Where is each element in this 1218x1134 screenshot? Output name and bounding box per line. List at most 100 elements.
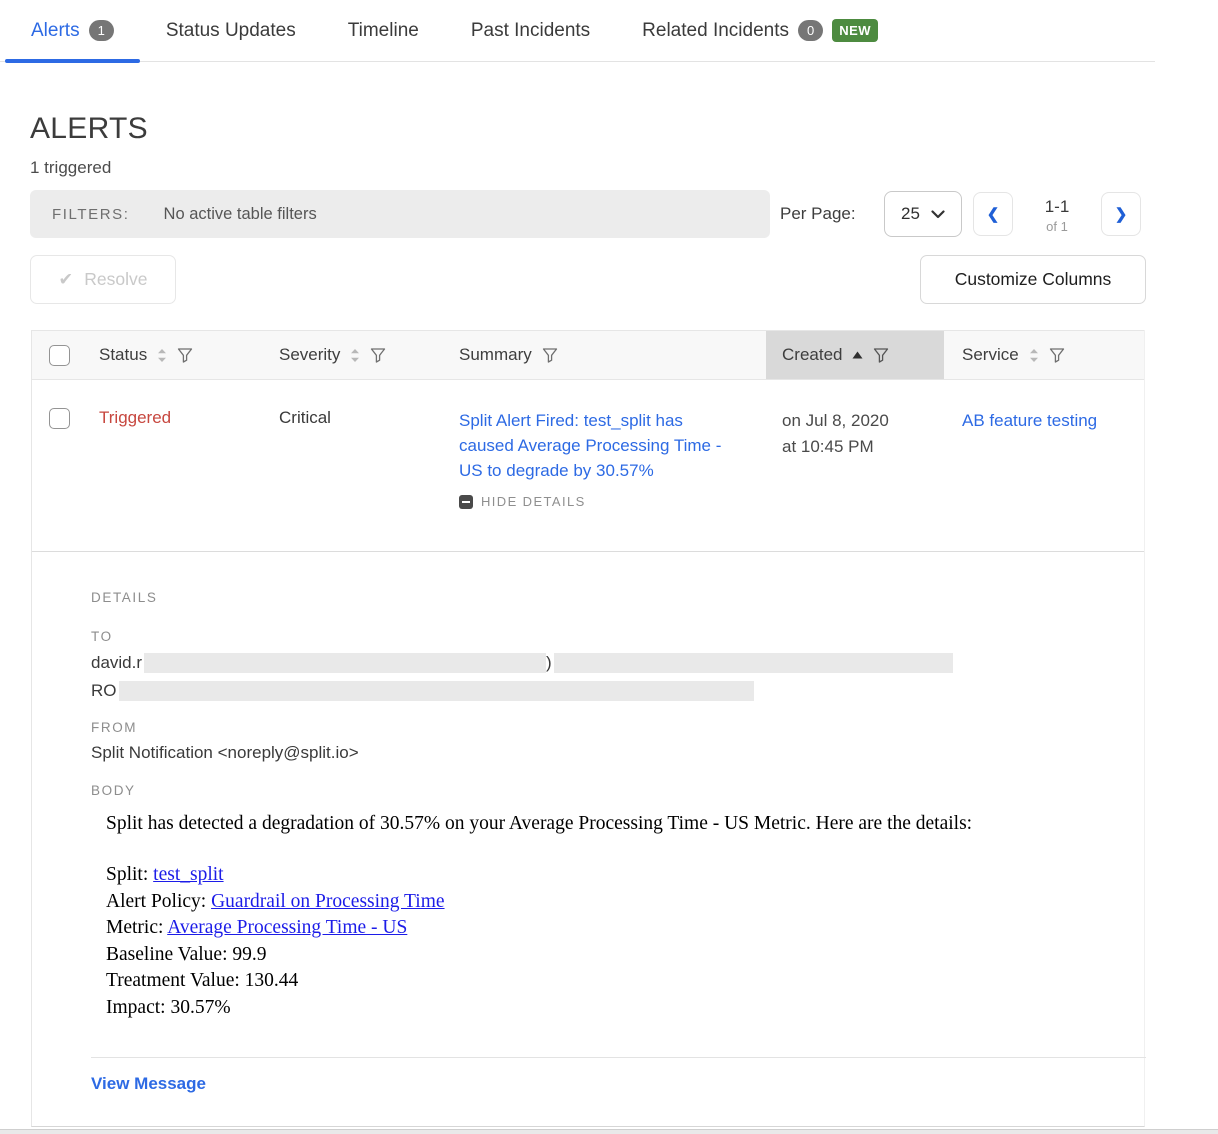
- summary-cell: Split Alert Fired: test_split has caused…: [447, 408, 766, 551]
- tab-past-incidents-label: Past Incidents: [471, 20, 590, 42]
- column-created-label: Created: [782, 345, 842, 365]
- tab-status-updates[interactable]: Status Updates: [140, 0, 322, 61]
- field-treatment-value-text: 130.44: [245, 970, 299, 991]
- per-page-value: 25: [901, 204, 920, 224]
- related-incidents-count-badge: 0: [798, 20, 823, 41]
- service-link[interactable]: AB feature testing: [962, 411, 1097, 430]
- service-cell: AB feature testing: [944, 408, 1144, 551]
- to-line1-mid-text: ): [546, 653, 552, 673]
- view-message-link[interactable]: View Message: [91, 1074, 206, 1094]
- email-fields: Split: test_split Alert Policy: Guardrai…: [106, 862, 1144, 1021]
- resolve-button-label: Resolve: [84, 269, 147, 290]
- metric-link[interactable]: Average Processing Time - US: [167, 917, 407, 938]
- hide-details-label: HIDE DETAILS: [481, 494, 586, 509]
- sort-icon: [157, 348, 167, 363]
- to-line1-text: david.r: [91, 653, 142, 673]
- check-icon: ✔: [59, 269, 74, 290]
- split-link[interactable]: test_split: [153, 864, 223, 885]
- filter-icon[interactable]: [542, 347, 558, 363]
- tab-related-incidents[interactable]: Related Incidents 0 NEW: [616, 0, 904, 61]
- page-title: ALERTS: [30, 112, 148, 146]
- row-checkbox[interactable]: [49, 408, 70, 429]
- per-page-label: Per Page:: [780, 204, 856, 224]
- status-cell: Triggered: [87, 408, 267, 551]
- alert-policy-link[interactable]: Guardrail on Processing Time: [211, 891, 444, 912]
- redaction-box: [554, 653, 953, 673]
- tab-related-incidents-label: Related Incidents: [642, 20, 789, 42]
- sort-icon: [1029, 348, 1039, 363]
- filter-icon[interactable]: [370, 347, 386, 363]
- alerts-table: Status Severity Summary Created Service: [31, 330, 1145, 1127]
- details-divider: [91, 1057, 1146, 1058]
- column-header-severity[interactable]: Severity: [267, 331, 447, 379]
- from-value: Split Notification <noreply@split.io>: [91, 743, 1144, 765]
- column-header-summary[interactable]: Summary: [447, 331, 766, 379]
- customize-columns-label: Customize Columns: [955, 269, 1112, 290]
- field-split-label: Split:: [106, 864, 153, 885]
- from-label: FROM: [91, 720, 1144, 735]
- tab-status-updates-label: Status Updates: [166, 20, 296, 42]
- to-label: TO: [91, 629, 1144, 644]
- sort-icon: [350, 348, 360, 363]
- body-label: BODY: [91, 783, 1144, 798]
- created-time: at 10:45 PM: [782, 434, 944, 460]
- select-all-cell: [32, 345, 87, 366]
- table-row: Triggered Critical Split Alert Fired: te…: [32, 380, 1144, 552]
- filter-icon[interactable]: [1049, 347, 1065, 363]
- field-baseline-value: Baseline Value: 99.9: [106, 942, 1144, 969]
- field-treatment-label: Treatment Value:: [106, 970, 245, 991]
- chevron-right-icon: ❯: [1115, 205, 1128, 223]
- tab-bar: Alerts 1 Status Updates Timeline Past In…: [0, 0, 1155, 62]
- redaction-box: [144, 653, 546, 673]
- select-all-checkbox[interactable]: [49, 345, 70, 366]
- tab-timeline-label: Timeline: [348, 20, 419, 42]
- page-range-value: 1-1: [1022, 197, 1092, 217]
- page-range: 1-1 of 1: [1022, 197, 1092, 234]
- resolve-button[interactable]: ✔ Resolve: [30, 255, 176, 304]
- prev-page-button[interactable]: ❮: [973, 192, 1013, 236]
- field-impact-label: Impact:: [106, 997, 170, 1018]
- alerts-count-badge: 1: [89, 20, 114, 41]
- email-body: Split has detected a degradation of 30.5…: [106, 812, 1144, 1021]
- sort-asc-icon: [852, 351, 863, 359]
- field-alert-policy-label: Alert Policy:: [106, 891, 211, 912]
- minus-square-icon: [459, 495, 473, 509]
- email-intro: Split has detected a degradation of 30.5…: [106, 812, 1144, 836]
- hide-details-toggle[interactable]: HIDE DETAILS: [459, 494, 738, 509]
- filter-icon[interactable]: [177, 347, 193, 363]
- column-service-label: Service: [962, 345, 1019, 365]
- tab-past-incidents[interactable]: Past Incidents: [445, 0, 616, 61]
- filters-label: FILTERS:: [52, 206, 130, 223]
- field-baseline-value-text: 99.9: [232, 944, 266, 965]
- redaction-box: [119, 681, 754, 701]
- table-header-row: Status Severity Summary Created Service: [32, 330, 1144, 380]
- row-select-cell: [32, 408, 87, 551]
- column-header-created[interactable]: Created: [766, 331, 944, 379]
- field-treatment-value: Treatment Value: 130.44: [106, 968, 1144, 995]
- filters-value: No active table filters: [164, 205, 317, 224]
- triggered-count-subtitle: 1 triggered: [30, 158, 111, 178]
- filter-icon[interactable]: [873, 347, 889, 363]
- details-title: DETAILS: [91, 590, 1144, 605]
- column-header-status[interactable]: Status: [87, 331, 267, 379]
- tab-timeline[interactable]: Timeline: [322, 0, 445, 61]
- to-line-1: david.r ): [91, 652, 1144, 674]
- summary-link[interactable]: Split Alert Fired: test_split has caused…: [459, 408, 738, 483]
- chevron-down-icon: [931, 210, 945, 219]
- created-cell: on Jul 8, 2020 at 10:45 PM: [766, 408, 944, 551]
- page-range-total: of 1: [1022, 219, 1092, 234]
- alert-details-panel: DETAILS TO david.r ) RO FROM Split Notif…: [32, 552, 1144, 1094]
- customize-columns-button[interactable]: Customize Columns: [920, 255, 1146, 304]
- tab-alerts[interactable]: Alerts 1: [5, 0, 140, 61]
- next-page-button[interactable]: ❯: [1101, 192, 1141, 236]
- filters-bar[interactable]: FILTERS: No active table filters: [30, 190, 770, 238]
- tab-alerts-label: Alerts: [31, 20, 80, 42]
- field-alert-policy: Alert Policy: Guardrail on Processing Ti…: [106, 889, 1144, 916]
- per-page-select[interactable]: 25: [884, 191, 962, 237]
- field-impact: Impact: 30.57%: [106, 995, 1144, 1022]
- column-status-label: Status: [99, 345, 147, 365]
- window-bottom-edge: [0, 1129, 1218, 1134]
- field-metric: Metric: Average Processing Time - US: [106, 915, 1144, 942]
- severity-cell: Critical: [267, 408, 447, 551]
- column-header-service[interactable]: Service: [944, 331, 1144, 379]
